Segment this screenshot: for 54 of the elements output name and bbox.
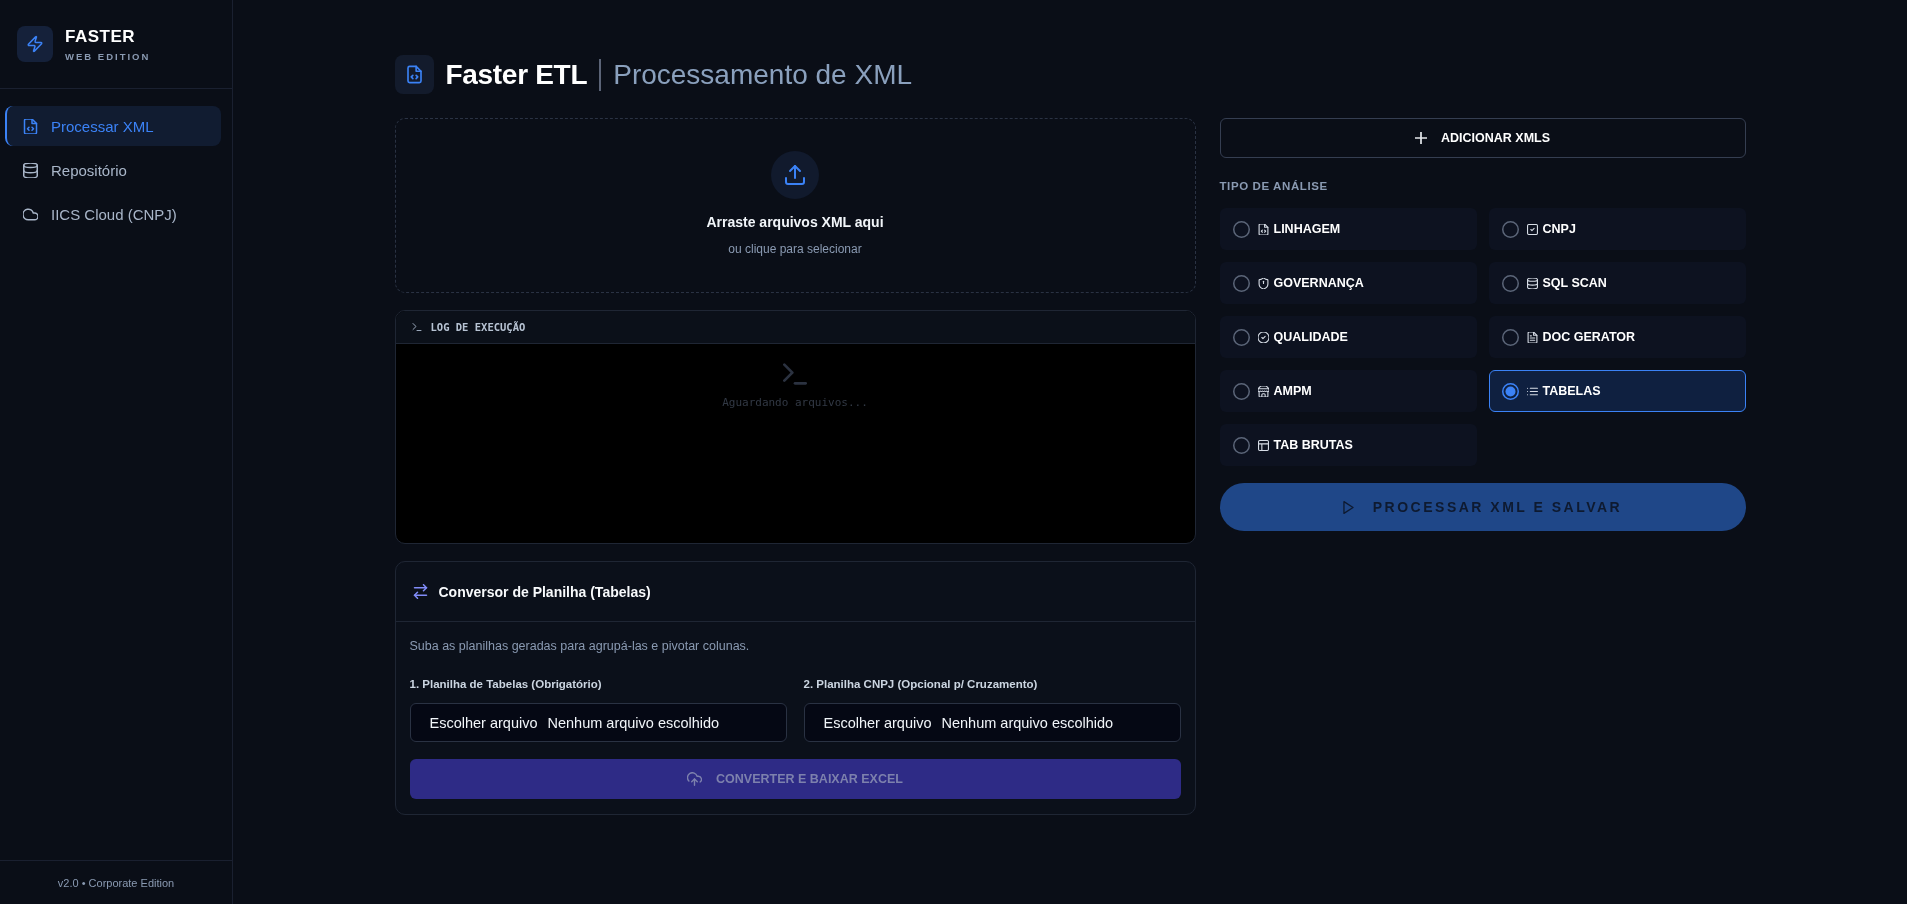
analysis-option[interactable]: QUALIDADE	[1219, 316, 1477, 358]
brand-title: FASTER	[65, 26, 137, 47]
cloud-upload-icon	[687, 772, 703, 786]
choose-file-button[interactable]: Escolher arquivo	[429, 714, 538, 731]
analysis-option[interactable]: GOVERNANÇA	[1219, 262, 1477, 304]
file-input-label: 1. Planilha de Tabelas (Obrigatório)	[409, 677, 603, 692]
log-title: LOG DE EXECUÇÃO	[430, 321, 526, 333]
swap-arrows-icon	[412, 584, 428, 599]
file-status-text: Nenhum arquivo escolhido	[941, 714, 1114, 731]
sidebar-item[interactable]: Processar XML	[5, 106, 221, 146]
analysis-option[interactable]: AMPM	[1219, 370, 1477, 412]
shield-icon	[1257, 277, 1269, 289]
database-icon	[23, 162, 38, 178]
choose-file-button[interactable]: Escolher arquivo	[823, 714, 932, 731]
analysis-option[interactable]: DOC GERATOR	[1488, 316, 1746, 358]
analysis-option[interactable]: TAB BRUTAS	[1219, 424, 1477, 466]
analysis-option[interactable]: LINHAGEM	[1219, 208, 1477, 250]
terminal-icon	[783, 363, 807, 385]
converter-description: Suba as planilhas geradas para agrupá-las e pivotar colunas.	[409, 638, 751, 654]
analysis-type-heading: TIPO DE ANÁLISE	[1219, 180, 1329, 192]
list-icon	[1526, 385, 1538, 397]
analysis-option[interactable]: CNPJ	[1488, 208, 1746, 250]
drop-zone-hint: ou clique para selecionar	[728, 242, 862, 256]
checkbox-icon	[1526, 223, 1538, 235]
sidebar-item[interactable]: IICS Cloud (CNPJ)	[5, 194, 221, 234]
cloud-icon	[23, 206, 38, 222]
upload-icon	[771, 151, 819, 199]
lightning-icon	[17, 26, 53, 62]
table-icon	[1257, 439, 1269, 451]
log-empty-text: Aguardando arquivos...	[722, 396, 868, 409]
plus-icon	[1415, 132, 1427, 144]
page-subtitle: Processamento de XML	[613, 58, 913, 91]
file-input-field[interactable]: Escolher arquivo Nenhum arquivo escolhido	[409, 703, 787, 742]
file-code-icon	[394, 55, 434, 94]
file-code-icon	[23, 118, 38, 134]
file-status-text: Nenhum arquivo escolhido	[547, 714, 720, 731]
page-title: Faster ETL	[445, 58, 588, 91]
file-code-icon	[1257, 223, 1269, 235]
file-input-label: 2. Planilha CNPJ (Opcional p/ Cruzamento)	[803, 677, 1039, 692]
file-input-field[interactable]: Escolher arquivo Nenhum arquivo escolhido	[803, 703, 1181, 742]
store-icon	[1257, 385, 1269, 397]
analysis-option[interactable]: SQL SCAN	[1488, 262, 1746, 304]
drop-zone[interactable]: Arraste arquivos XML aqui ou clique para selecionar	[394, 118, 1196, 293]
drop-zone-title: Arraste arquivos XML aqui	[706, 214, 884, 230]
database-icon	[1526, 277, 1538, 289]
terminal-icon	[411, 322, 422, 332]
sidebar-item[interactable]: Repositório	[5, 150, 221, 190]
add-files-button[interactable]: ADICIONAR XMLS	[1219, 118, 1746, 158]
converter-title: Conversor de Planilha (Tabelas)	[438, 583, 651, 600]
analysis-option[interactable]: TABELAS	[1488, 370, 1746, 412]
brand-subtitle: WEB EDITION	[65, 50, 151, 62]
version-text: v2.0 • Corporate Edition	[57, 876, 175, 889]
play-icon	[1342, 500, 1354, 514]
document-icon	[1526, 331, 1538, 343]
